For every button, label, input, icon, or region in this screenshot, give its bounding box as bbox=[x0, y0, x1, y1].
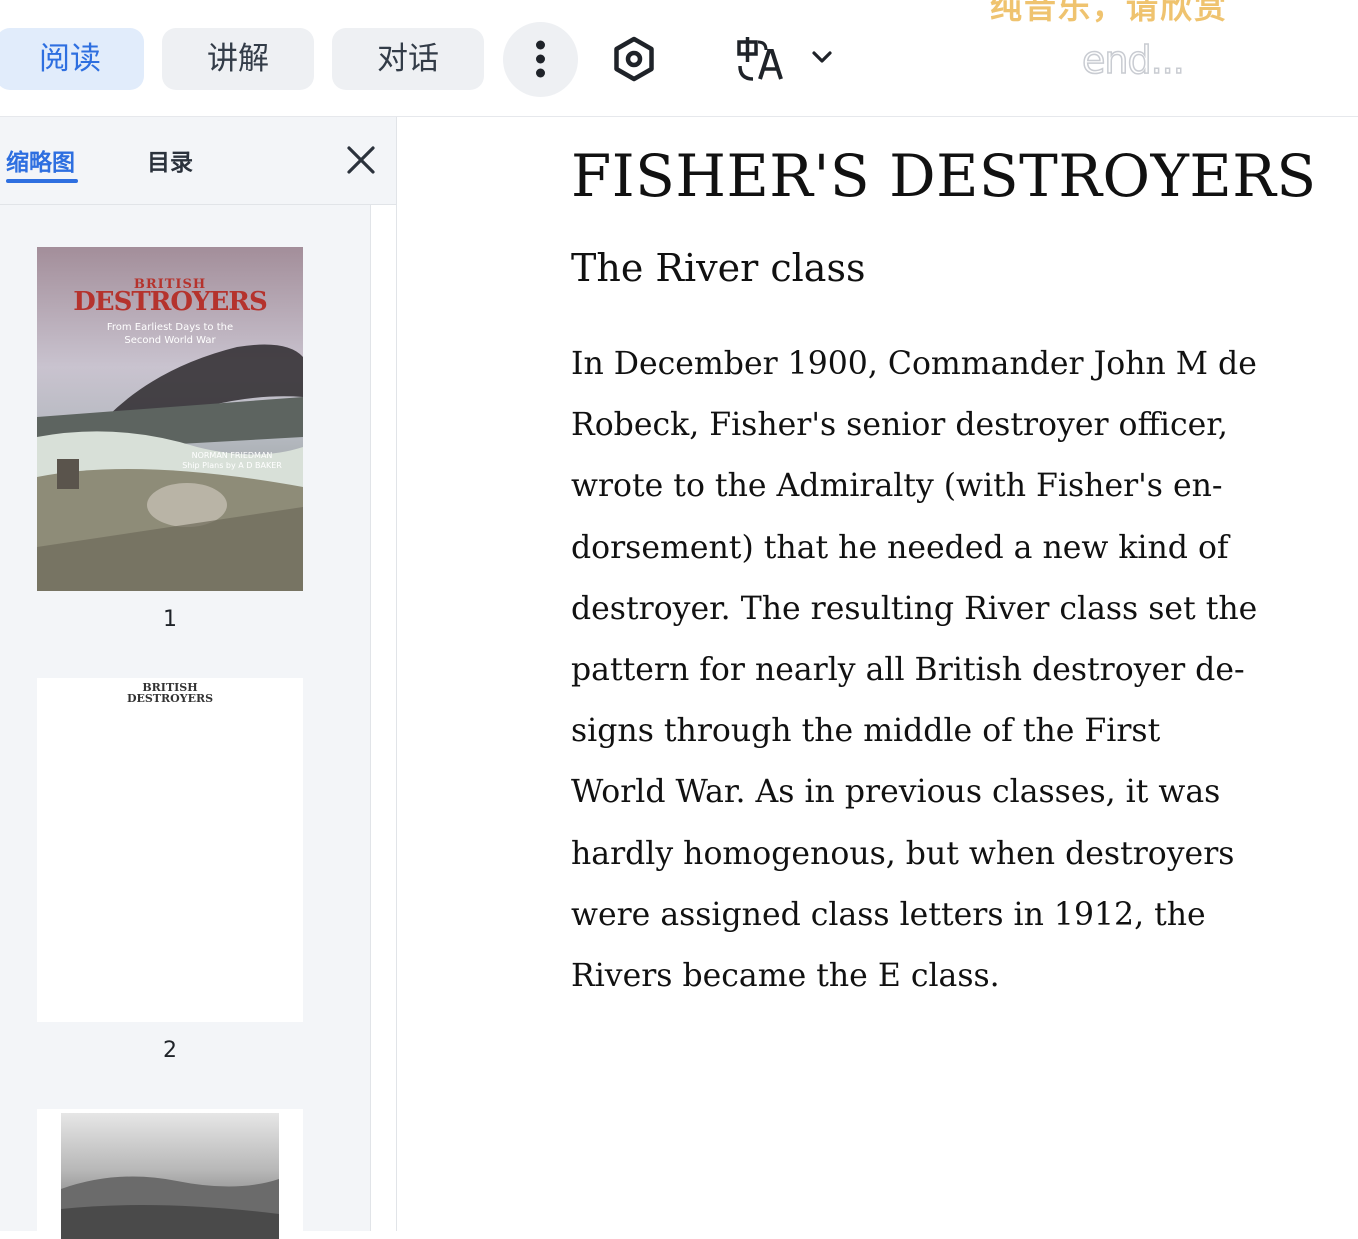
active-tab-underline bbox=[6, 179, 78, 183]
chevron-down-icon[interactable] bbox=[810, 48, 834, 68]
body-paragraph: In December 1900, Commander John M de Ro… bbox=[571, 334, 1351, 1007]
page-thumbnail-1[interactable]: BRITISH DESTROYERS From Earliest Days to… bbox=[37, 247, 303, 591]
more-options-button[interactable] bbox=[503, 22, 578, 97]
body-line: dorsement) that he needed a new kind of bbox=[571, 529, 1229, 566]
top-toolbar: 阅读 讲解 对话 纯音乐，请欣赏 end... bbox=[0, 0, 1358, 117]
body-line: pattern for nearly all British destroyer… bbox=[571, 651, 1245, 688]
sidebar-tab-toc[interactable]: 目录 bbox=[147, 143, 193, 177]
body-line: signs through the middle of the First bbox=[571, 713, 1161, 750]
chapter-title: FISHER'S DESTROYERS bbox=[571, 142, 1317, 210]
sidebar-scrollbar[interactable] bbox=[370, 205, 396, 1231]
tab-read[interactable]: 阅读 bbox=[0, 28, 144, 90]
cover-title: DESTROYERS bbox=[73, 287, 268, 317]
cover-subtitle: From Earliest Days to the Second World W… bbox=[106, 322, 234, 346]
body-line: wrote to the Admiralty (with Fisher's en… bbox=[571, 468, 1223, 505]
body-line: Rivers became the E class. bbox=[571, 957, 1000, 994]
thumbnail-page-number: 1 bbox=[163, 607, 177, 632]
lyrics-banner-subtext: end... bbox=[1081, 37, 1185, 83]
reading-area: FISHER'S DESTROYERS The River class In D… bbox=[398, 118, 1358, 1231]
sidebar-header: 缩略图 目录 bbox=[0, 117, 396, 205]
body-line: World War. As in previous classes, it wa… bbox=[571, 774, 1221, 811]
cover-author: NORMAN FRIEDMAN Ship Plans by A D BAKER bbox=[182, 451, 282, 470]
body-line: hardly homogenous, but when destroyers bbox=[571, 835, 1235, 872]
thumbnail-page-number: 2 bbox=[163, 1038, 177, 1063]
body-line: Robeck, Fisher's senior destroyer office… bbox=[571, 407, 1228, 444]
body-line: In December 1900, Commander John M de bbox=[571, 346, 1257, 382]
tab-chat[interactable]: 对话 bbox=[332, 28, 484, 90]
close-icon[interactable] bbox=[344, 143, 378, 177]
photo-image bbox=[61, 1113, 279, 1239]
title-page-heading: BRITISH DESTROYERS bbox=[126, 681, 214, 705]
section-title: The River class bbox=[571, 246, 866, 290]
sidebar-tab-thumbnails[interactable]: 缩略图 bbox=[6, 143, 75, 177]
thumbnail-sidebar: 缩略图 目录 BRITISH DESTROYERS From Earliest … bbox=[0, 117, 397, 1239]
vertical-dots-icon bbox=[536, 40, 545, 78]
translate-icon[interactable] bbox=[736, 36, 786, 82]
body-line: were assigned class letters in 1912, the bbox=[571, 896, 1206, 933]
page-thumbnail-3[interactable] bbox=[37, 1109, 303, 1239]
page-thumbnail-2[interactable]: BRITISH DESTROYERS bbox=[37, 678, 303, 1022]
tab-explain[interactable]: 讲解 bbox=[162, 28, 314, 90]
lyrics-banner-text: 纯音乐，请欣赏 bbox=[990, 0, 1229, 26]
hexagon-settings-icon[interactable] bbox=[611, 36, 657, 82]
body-line: destroyer. The resulting River class set… bbox=[571, 590, 1258, 627]
